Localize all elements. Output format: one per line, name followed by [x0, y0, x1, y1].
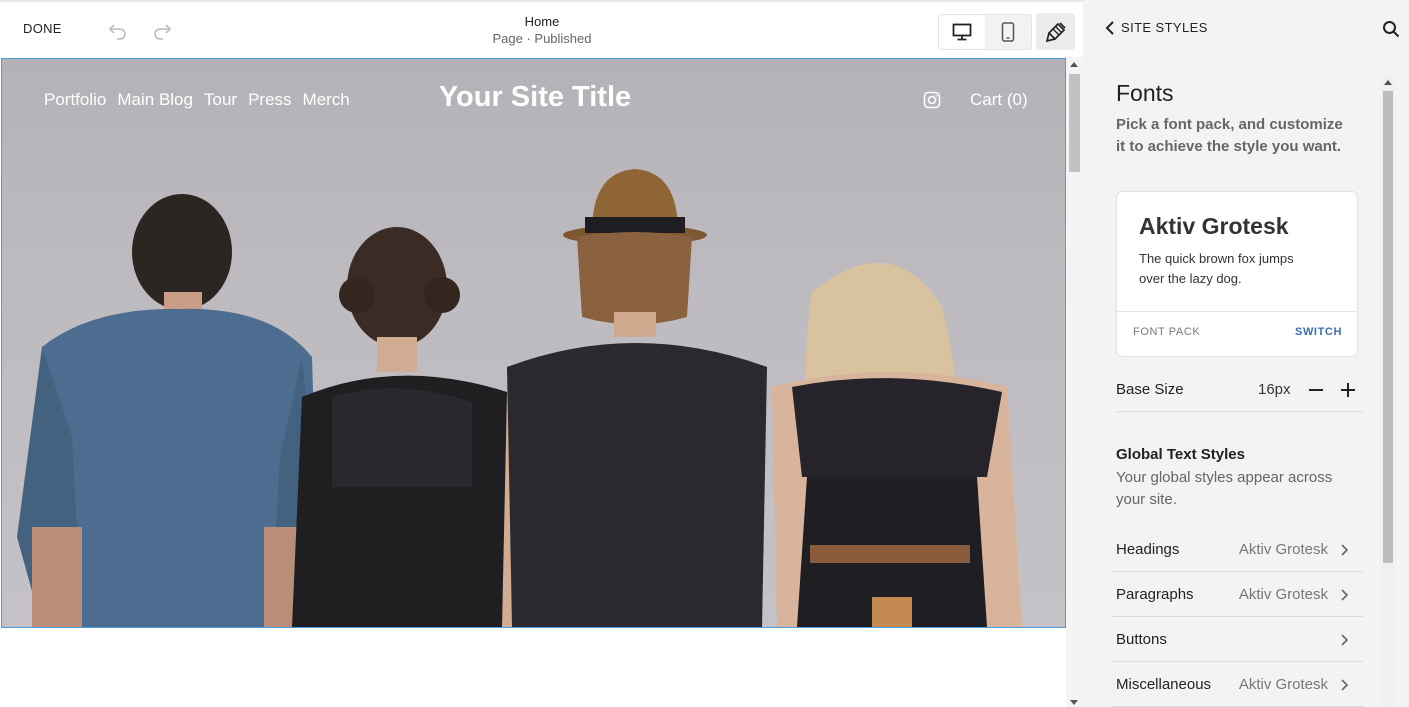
fonts-description: Pick a font pack, and customize it to ac… — [1116, 116, 1343, 155]
fonts-heading: Fonts — [1116, 80, 1174, 106]
hero-section[interactable]: Portfolio Main Blog Tour Press Merch You… — [1, 58, 1066, 628]
editor-toolbar: DONE Home Page · Published — [0, 0, 1083, 57]
mobile-view-button[interactable] — [985, 15, 1031, 49]
font-pack-name: Aktiv Grotesk — [1139, 213, 1289, 239]
style-row-label: Buttons — [1116, 631, 1167, 648]
decrease-size-button[interactable] — [1306, 380, 1326, 400]
global-text-styles-description: Your global styles appear across your si… — [1116, 469, 1333, 508]
desktop-view-button[interactable] — [939, 15, 985, 49]
style-row-headings[interactable]: Headings Aktiv Grotesk — [1111, 527, 1363, 572]
desktop-icon — [952, 23, 972, 41]
paintbrush-icon — [1045, 21, 1066, 42]
done-button[interactable]: DONE — [23, 21, 62, 36]
chevron-right-icon — [1341, 544, 1349, 556]
scroll-up-arrow[interactable] — [1070, 62, 1078, 67]
search-icon[interactable] — [1382, 20, 1400, 38]
style-row-label: Headings — [1116, 541, 1180, 558]
cart-link[interactable]: Cart (0) — [970, 90, 1028, 110]
increase-size-button[interactable] — [1338, 380, 1358, 400]
panel-scrollbar-thumb[interactable] — [1383, 91, 1393, 563]
scroll-down-arrow[interactable] — [1070, 700, 1078, 705]
chevron-right-icon — [1341, 679, 1349, 691]
chevron-right-icon — [1341, 634, 1349, 646]
site-styles-button[interactable] — [1036, 13, 1075, 50]
device-toggle — [938, 14, 1032, 50]
scrollbar-thumb[interactable] — [1069, 74, 1080, 172]
panel-scroll-up-arrow[interactable] — [1384, 80, 1392, 85]
style-row-buttons[interactable]: Buttons — [1111, 617, 1363, 662]
page-info[interactable]: Home Page · Published — [442, 14, 642, 46]
divider — [1117, 311, 1357, 312]
font-sample-text: The quick brown fox jumps over the lazy … — [1139, 251, 1294, 286]
chevron-right-icon — [1341, 589, 1349, 601]
page-title: Home — [524, 14, 560, 29]
style-row-miscellaneous[interactable]: Miscellaneous Aktiv Grotesk — [1111, 662, 1363, 707]
mobile-icon — [1001, 22, 1015, 42]
undo-icon[interactable] — [108, 20, 128, 40]
hero-image — [17, 169, 1022, 627]
site-preview: Portfolio Main Blog Tour Press Merch You… — [0, 57, 1066, 707]
font-pack-card[interactable]: Aktiv Grotesk The quick brown fox jumps … — [1116, 191, 1358, 357]
style-row-label: Miscellaneous — [1116, 676, 1212, 693]
site-title[interactable]: Your Site Title — [2, 81, 1065, 114]
back-to-site-styles[interactable]: SITE STYLES — [1105, 20, 1208, 35]
font-pack-label: FONT PACK — [1133, 326, 1201, 338]
editor-app: DONE Home Page · Published Portfolio Mai… — [0, 0, 1409, 707]
chevron-left-icon — [1105, 20, 1114, 35]
style-row-value: Aktiv Grotesk — [1238, 586, 1328, 603]
base-size-label: Base Size — [1116, 381, 1184, 398]
site-styles-panel: SITE STYLES Fonts Pick a font pack, and … — [1083, 0, 1409, 707]
back-label: SITE STYLES — [1121, 20, 1208, 35]
style-row-paragraphs[interactable]: Paragraphs Aktiv Grotesk — [1111, 572, 1363, 617]
style-row-value: Aktiv Grotesk — [1238, 541, 1328, 558]
style-row-label: Paragraphs — [1116, 586, 1194, 603]
switch-font-pack-button[interactable]: SWITCH — [1295, 326, 1342, 338]
preview-scrollbar[interactable] — [1066, 57, 1083, 707]
panel-scrollbar[interactable] — [1381, 76, 1395, 707]
global-text-styles-heading: Global Text Styles — [1116, 446, 1245, 463]
redo-icon[interactable] — [152, 20, 172, 40]
page-status: Page · Published — [492, 31, 592, 46]
base-size-value: 16px — [1258, 381, 1291, 398]
instagram-icon[interactable] — [923, 91, 941, 109]
base-size-control: Base Size 16px — [1116, 370, 1363, 412]
style-row-value: Aktiv Grotesk — [1238, 676, 1328, 693]
